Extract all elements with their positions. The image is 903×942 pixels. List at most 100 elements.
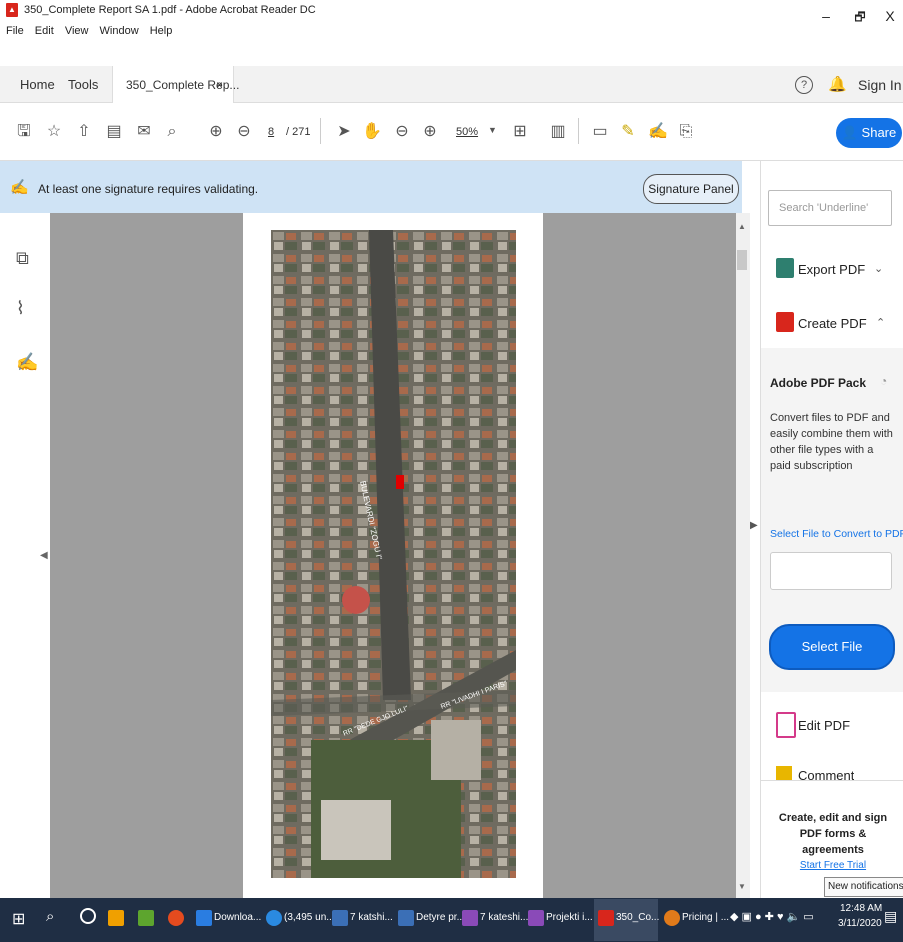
hand-tool-icon[interactable]: ✋ [362,122,382,142]
share-button[interactable]: 👤 Share [836,118,902,148]
highlight-pen-icon[interactable]: ✎ [618,122,638,142]
restore-button[interactable]: 🗗 [850,8,870,29]
next-page-icon[interactable]: ⊖ [234,122,254,142]
downloads-app-icon[interactable] [196,910,212,926]
taskbar-item-doc2[interactable]: Detyre pr... [416,912,465,923]
zoom-chevron-down-icon[interactable]: ▼ [488,125,497,135]
comment-tool-icon [776,766,792,780]
bookmark-star-icon[interactable]: ☆ [44,122,64,142]
archive-app-icon[interactable] [462,910,478,926]
sublime-app-icon[interactable] [108,910,124,926]
taskbar-item-mail[interactable]: (3,495 un... [284,912,335,923]
create-pdf-item[interactable]: Create PDF [798,316,867,331]
left-collapse-chevron-icon[interactable]: ◀ [40,550,48,561]
select-file-link[interactable]: Select File to Convert to PDF [770,528,903,540]
sign-in-link[interactable]: Sign In [858,77,902,93]
comment-item[interactable]: Comment [798,768,854,780]
clock-time[interactable]: 12:48 AM [840,903,882,914]
scroll-down-arrow-icon[interactable]: ▼ [738,882,746,891]
toolbar-divider [320,118,321,144]
previous-page-icon[interactable]: ⊕ [206,122,226,142]
zoom-out-icon[interactable]: ⊖ [392,122,412,142]
edge-app-icon[interactable] [266,910,282,926]
email-icon[interactable]: ✉ [134,122,154,142]
tab-tools[interactable]: Tools [68,77,98,92]
chevron-up-icon[interactable]: ⌃ [876,316,885,329]
taskbar-item-doc1[interactable]: 7 katshi... [350,912,393,923]
export-pdf-item[interactable]: Export PDF [798,262,865,277]
select-cursor-icon[interactable]: ➤ [334,122,354,142]
taskbar-item-firefox[interactable]: Pricing | ... [682,912,729,923]
page-thumbnails-icon[interactable]: ⧉ [16,248,29,269]
close-window-button[interactable]: X [880,8,900,24]
signature-panel-button[interactable]: Signature Panel [643,174,739,204]
signature-pen-icon: ✍ [10,179,29,196]
pack-info-icon[interactable]: ◔ [880,374,887,388]
share-user-icon: 👤 [841,125,862,140]
edit-pdf-icon [776,712,796,738]
zoom-level-select[interactable]: 50% [456,126,478,138]
vertical-scrollbar[interactable] [736,213,750,898]
promo-text: Create, edit and sign PDF forms & agreem… [778,812,888,856]
select-file-button[interactable]: Select File [769,624,895,670]
help-icon[interactable]: ? [795,76,813,94]
toolbar-divider [578,118,579,144]
menu-edit[interactable]: Edit [35,25,54,37]
bell-icon[interactable]: 🔔 [828,75,847,93]
page-total: / 271 [286,126,311,138]
stamp-icon[interactable]: ⎘ [676,122,696,142]
system-tray-icons[interactable]: ◆ ▣ ● ✚ ♥ 🔈 ▭ [730,910,814,923]
chevron-down-icon[interactable]: ⌄ [874,262,883,275]
edit-pdf-item[interactable]: Edit PDF [798,718,850,733]
taskbar-item-downloads[interactable]: Downloa... [214,912,261,923]
comment-icon[interactable]: ▭ [590,122,610,142]
sign-icon[interactable]: ✍ [648,122,668,142]
scroll-mode-icon[interactable]: ▥ [548,122,568,142]
scroll-up-arrow-icon[interactable]: ▲ [738,222,746,231]
firefox-app-icon[interactable] [664,910,680,926]
create-pdf-icon [776,312,794,332]
search-icon[interactable]: ⌕ [46,908,54,925]
taskbar-item-archive2[interactable]: Projekti i... [546,912,593,923]
notepad-app-icon[interactable] [138,910,154,926]
save-icon[interactable]: 🖫 [14,122,34,142]
acrobat-logo-icon: ▲ [6,3,18,17]
menu-help[interactable]: Help [150,25,173,37]
chrome-app-icon[interactable] [168,910,184,926]
attachment-paperclip-icon[interactable]: ⌇ [16,298,25,319]
menu-file[interactable]: File [6,25,24,37]
scrollbar-thumb[interactable] [737,250,747,270]
action-center-icon[interactable]: ▤ [884,908,897,925]
signature-list-icon[interactable]: ✍ [16,352,38,373]
window-title: 350_Complete Report SA 1.pdf - Adobe Acr… [24,4,316,16]
acrobat-app-icon[interactable] [598,910,614,926]
tools-search-input[interactable]: Search 'Underline' [768,190,892,226]
print-icon[interactable]: ▤ [104,122,124,142]
notification-tooltip: New notifications (Of [824,877,903,897]
menu-view[interactable]: View [65,25,89,37]
tab-close-button[interactable]: × [216,78,223,92]
windows-start-icon[interactable]: ⊞ [12,909,25,929]
file-drop-input[interactable] [770,552,892,590]
cortana-icon[interactable] [80,908,96,924]
right-pane-collapse-icon[interactable]: ▶ [750,520,758,531]
menu-bar: File Edit View Window Help [6,25,180,37]
tab-home[interactable]: Home [20,77,55,92]
word-app-icon[interactable] [398,910,414,926]
clock-date[interactable]: 3/11/2020 [838,918,882,929]
taskbar-item-archive1[interactable]: 7 kateshi... [480,912,528,923]
zoom-in-icon[interactable]: ⊕ [420,122,440,142]
word-app-icon[interactable] [332,910,348,926]
page-fit-icon[interactable]: ⊞ [510,122,530,142]
aerial-map-image: BULEVARDI "ZOGU I" RR "LIVADHI I PARIS" … [271,230,516,878]
archive-app-icon[interactable] [528,910,544,926]
taskbar-item-acrobat[interactable]: 350_Co... [616,912,659,923]
start-free-trial-link[interactable]: Start Free Trial [772,860,894,871]
signature-message: At least one signature requires validati… [38,182,259,196]
menu-window[interactable]: Window [100,25,139,37]
pack-title: Adobe PDF Pack [770,376,867,390]
minimize-button[interactable]: – [816,8,836,24]
upload-cloud-icon[interactable]: ⇧ [74,122,94,142]
search-zoom-icon[interactable]: ⌕ [162,122,182,142]
page-number-input[interactable]: 8 [268,126,274,138]
